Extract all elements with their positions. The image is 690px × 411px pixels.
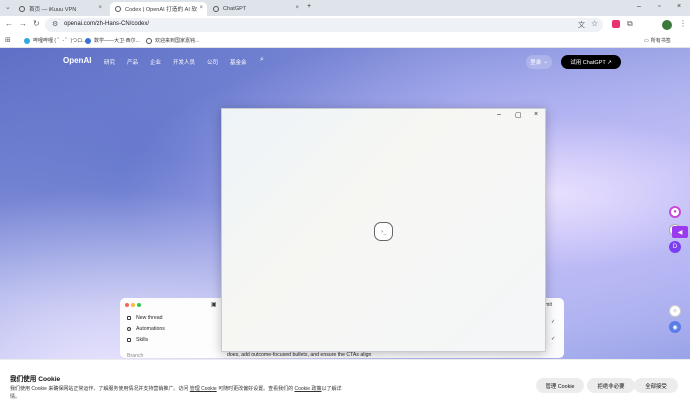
try-chatgpt-button[interactable]: 试用 ChatGPT ↗ — [561, 55, 621, 69]
edit-icon — [127, 316, 131, 320]
all-bookmarks[interactable]: ▭ 所有书签 — [644, 37, 671, 45]
manage-cookies-button[interactable]: 管理 Cookie — [536, 378, 584, 393]
extension-icon[interactable] — [612, 20, 620, 28]
new-tab-icon[interactable]: + — [307, 3, 311, 10]
tab-title: ChatGPT — [223, 6, 247, 12]
tab-chatgpt[interactable]: ChatGPT × — [208, 2, 303, 16]
preview-item-new-thread: New thread — [127, 315, 163, 321]
minimize-icon[interactable]: – — [637, 3, 641, 10]
extension-circle-icon[interactable]: ● — [669, 206, 681, 218]
extension-tab-icon[interactable]: ◀ — [672, 226, 688, 238]
back-icon[interactable]: ← — [5, 19, 13, 28]
preview-item-skills: Skills — [127, 337, 148, 343]
tab-title: Codex | OpenAI 打造的 AI 软 — [125, 7, 198, 13]
openai-icon — [213, 6, 219, 12]
close-icon[interactable]: × — [295, 5, 299, 11]
nav-developers[interactable]: 开发人员 — [173, 58, 195, 66]
preview-commit-label: mit — [545, 302, 552, 308]
check-icon: ✓ — [551, 336, 556, 342]
extension-assistant-icon[interactable]: ◉ — [669, 321, 681, 333]
close-icon[interactable]: × — [199, 5, 203, 11]
chevron-down-icon: ⌄ — [543, 59, 548, 65]
bookmark-welcome[interactable]: 欢迎来到国家嘉钝... — [146, 37, 199, 44]
tab-codex[interactable]: Codex | OpenAI 打造的 AI 软 × — [110, 2, 207, 16]
minimize-icon[interactable]: – — [497, 111, 501, 118]
clock-icon — [127, 327, 131, 331]
address-bar[interactable]: ⚙ openai.com/zh-Hans-CN/codex/ 文 ☆ — [45, 18, 603, 32]
openai-logo[interactable]: OpenAI — [63, 56, 91, 65]
tab-strip: ⌄ 首页 — iKuuu VPN × Codex | OpenAI 打造的 AI… — [0, 0, 690, 16]
search-icon[interactable]: ⌕ — [260, 56, 264, 64]
bilibili-icon — [24, 37, 30, 44]
bookmark-bilibili[interactable]: 哔哩哔哩 ( ゜- ゜)つロ... — [24, 37, 86, 44]
nav-enterprise[interactable]: 企业 — [150, 58, 161, 66]
url-text: openai.com/zh-Hans-CN/codex/ — [64, 21, 150, 27]
site-info-icon[interactable]: ⚙ — [52, 20, 58, 28]
cookie-text: 我们使用 Cookie 来确保网站正常运作、了解服务使用情况并支持营销推广。访问… — [10, 386, 342, 400]
bookmarks-bar: ⊞ 哔哩哔哩 ( ゜- ゜)つロ... 数学——大卫·西尔... 欢迎来到国家嘉… — [0, 34, 690, 48]
menu-icon[interactable]: ⋮ — [679, 19, 687, 28]
extension-d-icon[interactable]: D — [669, 241, 681, 253]
apps-icon[interactable]: ⊞ — [5, 36, 11, 44]
preview-body-text: does, add outcome-focused bullets, and e… — [227, 352, 372, 358]
close-icon[interactable]: × — [98, 5, 102, 11]
forward-icon[interactable]: → — [19, 19, 27, 28]
reload-icon[interactable]: ↻ — [33, 19, 40, 28]
check-icon: ✓ — [551, 319, 556, 325]
close-icon[interactable]: × — [534, 111, 538, 118]
login-button[interactable]: 登录 ⌄ — [526, 55, 552, 69]
window-close-dot — [125, 303, 129, 307]
accept-all-button[interactable]: 全部接受 — [634, 378, 678, 393]
nav-foundation[interactable]: 基金会 — [230, 58, 247, 66]
tab-search-icon[interactable]: ⌄ — [5, 3, 11, 11]
reject-nonessential-button[interactable]: 拒绝非必要 — [587, 378, 635, 393]
codex-icon: ›_ — [374, 222, 393, 241]
window-zoom-dot — [137, 303, 141, 307]
folder-icon: ▭ — [644, 37, 649, 44]
nav-products[interactable]: 产品 — [127, 58, 138, 66]
preview-item-automations: Automations — [127, 326, 165, 332]
cookie-policy-link[interactable]: Cookie 政策 — [295, 386, 322, 392]
translate-icon[interactable]: 文 — [578, 20, 585, 30]
globe-icon — [146, 37, 152, 44]
maximize-icon[interactable]: ▫ — [658, 3, 660, 10]
avatar[interactable] — [662, 20, 672, 30]
nav-company[interactable]: 公司 — [207, 58, 218, 66]
extensions-icon[interactable]: ⧉ — [627, 19, 633, 29]
star-icon[interactable]: ☆ — [591, 19, 598, 28]
window-minimize-dot — [131, 303, 135, 307]
tab-title: 首页 — iKuuu VPN — [29, 7, 77, 13]
extension-grid-icon[interactable]: ⁘ — [669, 305, 681, 317]
globe-icon — [85, 37, 91, 44]
cookie-title: 我们使用 Cookie — [10, 376, 61, 383]
skills-icon — [127, 338, 131, 342]
bookmark-math[interactable]: 数学——大卫·西尔... — [85, 37, 140, 44]
nav-research[interactable]: 研究 — [104, 58, 115, 66]
codex-loading-window: – ▢ × ›_ — [221, 108, 546, 352]
close-window-icon[interactable]: × — [677, 3, 681, 10]
shield-icon — [19, 6, 25, 12]
manage-cookie-link[interactable]: 管理 Cookie — [190, 386, 217, 392]
tab-ikuuu[interactable]: 首页 — iKuuu VPN × — [14, 2, 106, 16]
maximize-icon[interactable]: ▢ — [515, 111, 522, 119]
openai-icon — [115, 6, 121, 12]
sidebar-toggle-icon: ▣ — [211, 302, 217, 308]
